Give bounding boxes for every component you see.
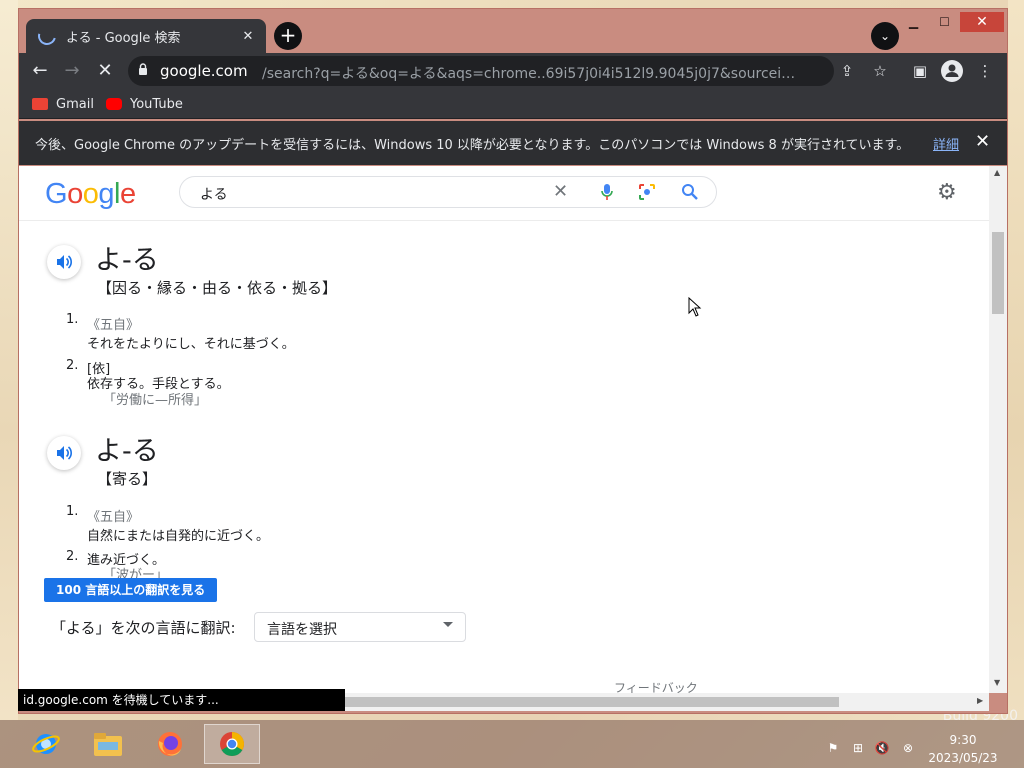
taskbar-firefox[interactable] xyxy=(142,724,198,764)
dropdown-arrow-icon xyxy=(443,622,453,627)
tab-search-button[interactable]: ⌄ xyxy=(871,22,899,50)
chrome-icon xyxy=(220,732,244,757)
bookmark-label: YouTube xyxy=(130,96,183,112)
settings-gear-icon[interactable]: ⚙ xyxy=(937,182,959,204)
infobar-message: 今後、Google Chrome のアップデートを受信するには、Windows … xyxy=(35,138,910,153)
scroll-down-arrow-icon[interactable]: ▼ xyxy=(994,678,1000,687)
loading-spinner-icon xyxy=(34,23,60,49)
firefox-icon xyxy=(158,732,182,756)
desktop-wallpaper-right xyxy=(1008,0,1024,720)
pronunciation-speaker-button[interactable] xyxy=(47,245,81,279)
url-path: /search?q=よる&oq=よる&aqs=chrome..69i57j0i4… xyxy=(262,66,802,82)
dictionary-headword: よ-る xyxy=(95,436,159,467)
tab-title: よる - Google 検索 xyxy=(66,30,181,46)
profile-avatar[interactable] xyxy=(941,60,963,82)
taskbar-file-explorer[interactable] xyxy=(80,724,136,764)
vertical-scroll-thumb[interactable] xyxy=(992,232,1004,314)
sense-number: 1. xyxy=(66,504,79,519)
desktop-wallpaper-left xyxy=(0,0,18,720)
error-tray-icon[interactable]: ⊗ xyxy=(900,741,916,755)
sense-category: 《五自》 xyxy=(87,318,140,333)
infobar-close-button[interactable]: ✕ xyxy=(975,131,990,152)
clock-date[interactable]: 2023/05/23 xyxy=(924,751,1002,765)
url-host: google.com xyxy=(160,62,248,80)
status-bubble: id.google.com を待機しています... xyxy=(18,689,345,711)
horizontal-scroll-thumb[interactable] xyxy=(339,697,839,707)
new-tab-button[interactable]: + xyxy=(274,22,302,50)
bookmark-star-icon[interactable]: ☆ xyxy=(869,60,891,82)
browser-tab[interactable]: よる - Google 検索 ✕ xyxy=(26,19,266,53)
taskbar-chrome[interactable] xyxy=(204,724,260,764)
sense-number: 1. xyxy=(66,312,79,327)
menu-kebab-icon[interactable]: ⋮ xyxy=(974,60,996,82)
language-select[interactable]: 言語を選択 xyxy=(254,612,466,642)
sense-number: 2. xyxy=(66,549,79,564)
folder-icon xyxy=(94,733,122,756)
pronunciation-speaker-button[interactable] xyxy=(47,436,81,470)
internet-explorer-icon xyxy=(32,734,60,754)
mouse-cursor-icon xyxy=(688,297,702,317)
clear-search-button[interactable]: ✕ xyxy=(553,181,568,202)
action-center-flag-icon[interactable]: ⚑ xyxy=(825,741,841,755)
person-icon xyxy=(945,64,959,77)
minimize-button[interactable]: ▁ xyxy=(898,12,929,32)
headword-kanji: 【因る・縁る・由る・依る・拠る】 xyxy=(97,279,338,297)
back-button[interactable]: ← xyxy=(28,60,52,82)
vertical-scrollbar[interactable]: ▲ ▼ xyxy=(989,166,1007,693)
stop-button[interactable]: ✕ xyxy=(93,60,117,82)
sense-definition: 自然にまたは自発的に近づく。 xyxy=(87,529,270,544)
sense-category: 《五自》 xyxy=(87,510,140,525)
youtube-icon xyxy=(106,98,122,110)
window-close-button[interactable]: ✕ xyxy=(960,12,1004,32)
infobar-details-link[interactable]: 詳細 xyxy=(933,134,959,153)
side-panel-icon[interactable]: ▣ xyxy=(909,60,931,82)
bookmark-label: Gmail xyxy=(56,96,94,112)
speaker-icon xyxy=(57,446,73,460)
sense-example: 「労働に—所得」 xyxy=(103,393,208,408)
google-logo[interactable]: Google xyxy=(45,178,136,211)
translate-more-languages-button[interactable]: 100 言語以上の翻訳を見る xyxy=(44,578,218,602)
lock-icon xyxy=(139,63,147,75)
more-options-icon[interactable]: ⋮ xyxy=(981,180,989,201)
share-icon[interactable]: ⇪ xyxy=(836,60,858,82)
language-select-value: 言語を選択 xyxy=(267,622,337,638)
google-lens-icon[interactable] xyxy=(638,183,656,201)
microphone-icon[interactable] xyxy=(600,183,614,201)
gmail-icon xyxy=(32,98,48,110)
address-bar[interactable]: google.com /search?q=よる&oq=よる&aqs=chrome… xyxy=(128,56,834,86)
scroll-up-arrow-icon[interactable]: ▲ xyxy=(994,168,1000,177)
search-header: Google よる ✕ ⚙ ⋮ xyxy=(19,166,989,221)
dictionary-headword: よ-る xyxy=(95,245,159,276)
update-infobar: 今後、Google Chrome のアップデートを受信するには、Windows … xyxy=(19,121,1007,165)
bookmark-youtube[interactable]: YouTube xyxy=(106,94,183,114)
search-box[interactable]: よる ✕ xyxy=(179,176,717,208)
sense-number: 2. xyxy=(66,358,79,373)
page-content: Google よる ✕ ⚙ ⋮ xyxy=(19,166,989,695)
translate-label: 「よる」を次の言語に翻訳: xyxy=(51,619,236,637)
forward-button[interactable]: → xyxy=(60,60,84,82)
clock-time[interactable]: 9:30 xyxy=(932,733,994,747)
maximize-button[interactable]: ☐ xyxy=(929,12,960,32)
sense-definition: それをたよりにし、それに基づく。 xyxy=(87,337,295,352)
search-icon[interactable] xyxy=(680,182,700,202)
search-input[interactable]: よる xyxy=(200,184,228,204)
volume-muted-icon[interactable]: 🔇 xyxy=(874,741,890,755)
scroll-right-arrow-icon[interactable]: ▶ xyxy=(977,696,983,705)
network-icon[interactable]: ⊞ xyxy=(850,741,866,755)
taskbar-internet-explorer[interactable] xyxy=(18,724,74,764)
tab-close-button[interactable]: ✕ xyxy=(240,29,256,44)
window-controls: ▁ ☐ ✕ xyxy=(898,12,1004,34)
speaker-icon xyxy=(57,255,73,269)
bookmark-gmail[interactable]: Gmail xyxy=(32,94,94,114)
headword-kanji: 【寄る】 xyxy=(97,470,158,488)
